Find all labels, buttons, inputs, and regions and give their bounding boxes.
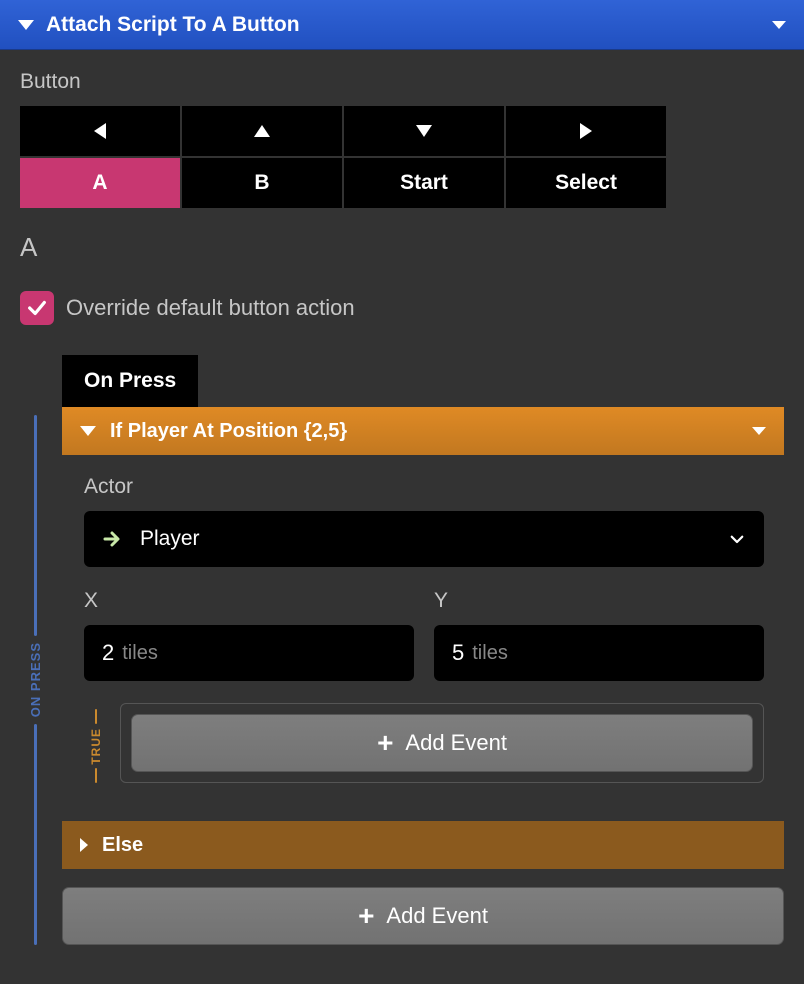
panel-header[interactable]: Attach Script To A Button bbox=[0, 0, 804, 50]
override-label: Override default button action bbox=[66, 295, 355, 321]
tab-on-press[interactable]: On Press bbox=[62, 355, 198, 407]
selected-button-display: A bbox=[20, 232, 784, 263]
override-checkbox[interactable] bbox=[20, 291, 54, 325]
else-label: Else bbox=[102, 834, 143, 857]
arrow-up-icon bbox=[254, 125, 270, 137]
checkmark-icon bbox=[26, 297, 48, 319]
y-value: 5 bbox=[452, 640, 464, 666]
else-expand-icon bbox=[80, 838, 88, 852]
event-if-header[interactable]: If Player At Position {2,5} bbox=[62, 407, 784, 455]
button-grid: A B Start Select bbox=[20, 106, 666, 208]
button-b[interactable]: B bbox=[182, 158, 342, 208]
button-label: Button bbox=[20, 70, 784, 94]
x-label: X bbox=[84, 589, 414, 613]
button-select[interactable]: Select bbox=[506, 158, 666, 208]
plus-icon: + bbox=[377, 729, 393, 757]
chevron-down-icon bbox=[728, 530, 746, 548]
event-collapse-icon bbox=[80, 426, 96, 436]
true-rail-label: TRUE bbox=[89, 728, 103, 765]
button-up[interactable] bbox=[182, 106, 342, 156]
add-event-true-label: Add Event bbox=[405, 730, 507, 756]
x-input[interactable]: 2 tiles bbox=[84, 625, 414, 681]
arrow-down-icon bbox=[416, 125, 432, 137]
arrow-right-icon bbox=[580, 123, 592, 139]
on-press-rail: ON PRESS bbox=[20, 415, 50, 945]
true-branch-container: + Add Event bbox=[120, 703, 764, 783]
plus-icon: + bbox=[358, 902, 374, 930]
panel-title: Attach Script To A Button bbox=[46, 13, 772, 37]
override-row: Override default button action bbox=[20, 291, 784, 325]
y-label: Y bbox=[434, 589, 764, 613]
actor-select[interactable]: Player bbox=[84, 511, 764, 567]
true-rail: TRUE bbox=[84, 703, 108, 783]
button-left[interactable] bbox=[20, 106, 180, 156]
on-press-rail-label: ON PRESS bbox=[28, 642, 43, 717]
collapse-icon bbox=[18, 20, 34, 30]
event-title: If Player At Position {2,5} bbox=[110, 420, 347, 443]
button-down[interactable] bbox=[344, 106, 504, 156]
panel-menu-icon[interactable] bbox=[772, 21, 786, 29]
actor-label: Actor bbox=[84, 475, 764, 499]
button-right[interactable] bbox=[506, 106, 666, 156]
actor-value: Player bbox=[140, 527, 728, 551]
button-start[interactable]: Start bbox=[344, 158, 504, 208]
arrow-left-icon bbox=[94, 123, 106, 139]
add-event-true-button[interactable]: + Add Event bbox=[131, 714, 753, 772]
y-unit: tiles bbox=[472, 642, 508, 665]
event-menu-icon[interactable] bbox=[752, 427, 766, 435]
button-a[interactable]: A bbox=[20, 158, 180, 208]
y-input[interactable]: 5 tiles bbox=[434, 625, 764, 681]
player-arrow-icon bbox=[102, 527, 126, 551]
x-unit: tiles bbox=[122, 642, 158, 665]
add-event-label: Add Event bbox=[386, 903, 488, 929]
event-body: Actor Player X 2 tiles bbox=[62, 455, 784, 803]
add-event-button[interactable]: + Add Event bbox=[62, 887, 784, 945]
x-value: 2 bbox=[102, 640, 114, 666]
event-else-header[interactable]: Else bbox=[62, 821, 784, 869]
